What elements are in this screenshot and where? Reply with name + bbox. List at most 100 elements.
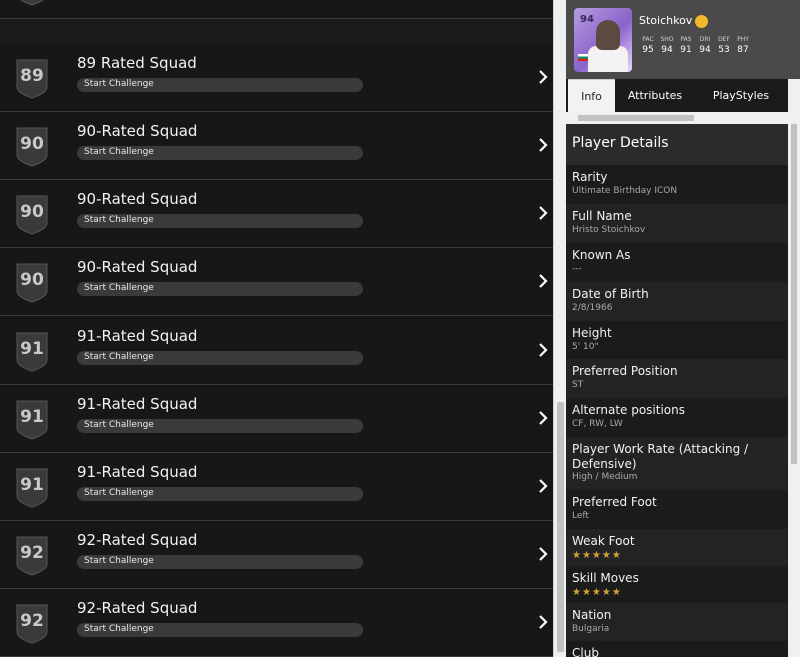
detail-label: Known As (572, 248, 631, 262)
nation-flag-icon (578, 54, 588, 61)
player-card-rating: 94 (580, 14, 594, 25)
rating-shield-icon: 89 (15, 57, 49, 99)
detail-value: Left (572, 511, 589, 521)
squad-row[interactable]: 8989-Rated SquadStart Challenge (0, 0, 553, 19)
stat-value: 94 (661, 45, 673, 55)
stat-def: DEF 53 (715, 36, 733, 55)
detail-row: Nation Bulgaria (566, 603, 788, 641)
chevron-right-icon[interactable] (536, 203, 550, 223)
detail-row: Alternate positions CF, RW, LW (566, 398, 788, 437)
rating-shield-icon: 92 (15, 534, 49, 576)
tabs-scrollbar-thumb[interactable] (578, 115, 694, 121)
detail-value: 5' 10" (572, 342, 599, 352)
rating-shield-icon: 91 (15, 466, 49, 508)
stat-pas: PAS 91 (677, 36, 695, 55)
chevron-right-icon[interactable] (536, 544, 550, 564)
start-challenge-label: Start Challenge (84, 215, 154, 225)
squad-row[interactable]: 92 92-Rated Squad Start Challenge (0, 589, 553, 657)
chevron-right-icon[interactable] (536, 408, 550, 428)
squad-rating: 90 (20, 202, 44, 222)
squad-row[interactable]: 90 90-Rated Squad Start Challenge (0, 248, 553, 316)
detail-value: Hristo Stoichkov (572, 225, 646, 235)
app-window: 8989-Rated SquadStart Challenge 8989 Rate… (0, 0, 800, 657)
detail-label: Skill Moves (572, 571, 639, 585)
start-challenge-button[interactable]: Start Challenge (77, 623, 363, 637)
tab-playstyles[interactable]: PlayStyles (700, 79, 782, 112)
chevron-right-icon[interactable] (536, 476, 550, 496)
detail-row: Rarity Ultimate Birthday ICON (566, 165, 788, 204)
player-face (596, 20, 620, 50)
player-name: Stoichkov (639, 14, 693, 27)
stat-dri: DRI 94 (696, 36, 714, 55)
star-rating-icon: ★★★★★ (572, 587, 622, 598)
detail-label: Nation (572, 608, 612, 622)
chevron-right-icon[interactable] (536, 340, 550, 360)
tab-attributes[interactable]: Attributes (622, 79, 688, 112)
start-challenge-label: Start Challenge (84, 79, 154, 89)
squad-rating: 90 (20, 134, 44, 154)
details-header: Player Details (566, 124, 788, 165)
start-challenge-button[interactable]: Start Challenge (77, 282, 363, 296)
squad-row[interactable]: 90 90-Rated Squad Start Challenge (0, 112, 553, 180)
chevron-right-icon[interactable] (536, 271, 550, 291)
squad-row[interactable]: 90 90-Rated Squad Start Challenge (0, 180, 553, 248)
detail-value: --- (572, 264, 582, 274)
start-challenge-label: Start Challenge (84, 556, 154, 566)
start-challenge-button[interactable]: Start Challenge (77, 351, 363, 365)
detail-row: Weak Foot ★★★★★ (566, 529, 788, 566)
detail-row: Club (566, 641, 788, 657)
rating-shield-icon: 89 (15, 0, 49, 6)
start-challenge-button[interactable]: Start Challenge (77, 214, 363, 228)
rating-shield-icon: 91 (15, 398, 49, 440)
squad-rating: 91 (20, 407, 44, 427)
detail-label: Rarity (572, 170, 608, 184)
detail-row: Preferred Foot Left (566, 490, 788, 529)
detail-tabs: Info Attributes PlayStyles (566, 79, 800, 112)
start-challenge-button[interactable]: Start Challenge (77, 78, 363, 92)
detail-value: 2/8/1966 (572, 303, 613, 313)
detail-label: Full Name (572, 209, 632, 223)
start-challenge-label: Start Challenge (84, 147, 154, 157)
rating-shield-icon: 90 (15, 193, 49, 235)
squad-rating: 91 (20, 339, 44, 359)
list-scrollbar-thumb[interactable] (557, 402, 564, 652)
detail-label: Weak Foot (572, 534, 635, 548)
tabs-scrollbar[interactable] (566, 112, 788, 124)
tab-info[interactable]: Info (568, 79, 615, 112)
icon-badge-icon (695, 15, 708, 28)
player-card-image: 94 (574, 8, 632, 72)
list-scrollbar[interactable] (553, 0, 566, 657)
rating-shield-icon: 91 (15, 330, 49, 372)
start-challenge-button[interactable]: Start Challenge (77, 419, 363, 433)
detail-row: Date of Birth 2/8/1966 (566, 282, 788, 321)
squad-row[interactable]: 89 89 Rated Squad Start Challenge (0, 44, 553, 112)
detail-row: Height 5' 10" (566, 321, 788, 359)
squad-title: 91-Rated Squad (77, 395, 198, 413)
start-challenge-button[interactable]: Start Challenge (77, 487, 363, 501)
squad-row[interactable]: 91 91-Rated Squad Start Challenge (0, 453, 553, 521)
player-panel: 94 Stoichkov PAC 95 SHO 94 PAS 91 DRI 94 DEF 53 PH… (566, 0, 800, 657)
start-challenge-label: Start Challenge (84, 420, 154, 430)
stat-value: 53 (718, 45, 730, 55)
stat-label: DEF (718, 36, 730, 43)
detail-label: Alternate positions (572, 403, 685, 417)
panel-scrollbar[interactable] (788, 79, 800, 657)
squad-rating: 92 (20, 543, 44, 563)
start-challenge-button[interactable]: Start Challenge (77, 146, 363, 160)
squad-title: 90-Rated Squad (77, 122, 198, 140)
chevron-right-icon[interactable] (536, 612, 550, 632)
start-challenge-label: Start Challenge (84, 624, 154, 634)
start-challenge-label: Start Challenge (84, 283, 154, 293)
start-challenge-button[interactable]: Start Challenge (77, 555, 363, 569)
squad-row[interactable]: 91 91-Rated Squad Start Challenge (0, 385, 553, 453)
stat-label: PHY (737, 36, 749, 43)
detail-label: Player Work Rate (Attacking / Defensive) (572, 442, 749, 471)
rating-shield-icon: 90 (15, 125, 49, 167)
squad-title: 92-Rated Squad (77, 531, 198, 549)
stat-value: 87 (737, 45, 749, 55)
panel-scrollbar-thumb[interactable] (791, 124, 797, 464)
chevron-right-icon[interactable] (536, 135, 550, 155)
chevron-right-icon[interactable] (536, 67, 550, 87)
squad-row[interactable]: 91 91-Rated Squad Start Challenge (0, 317, 553, 385)
squad-row[interactable]: 92 92-Rated Squad Start Challenge (0, 521, 553, 589)
